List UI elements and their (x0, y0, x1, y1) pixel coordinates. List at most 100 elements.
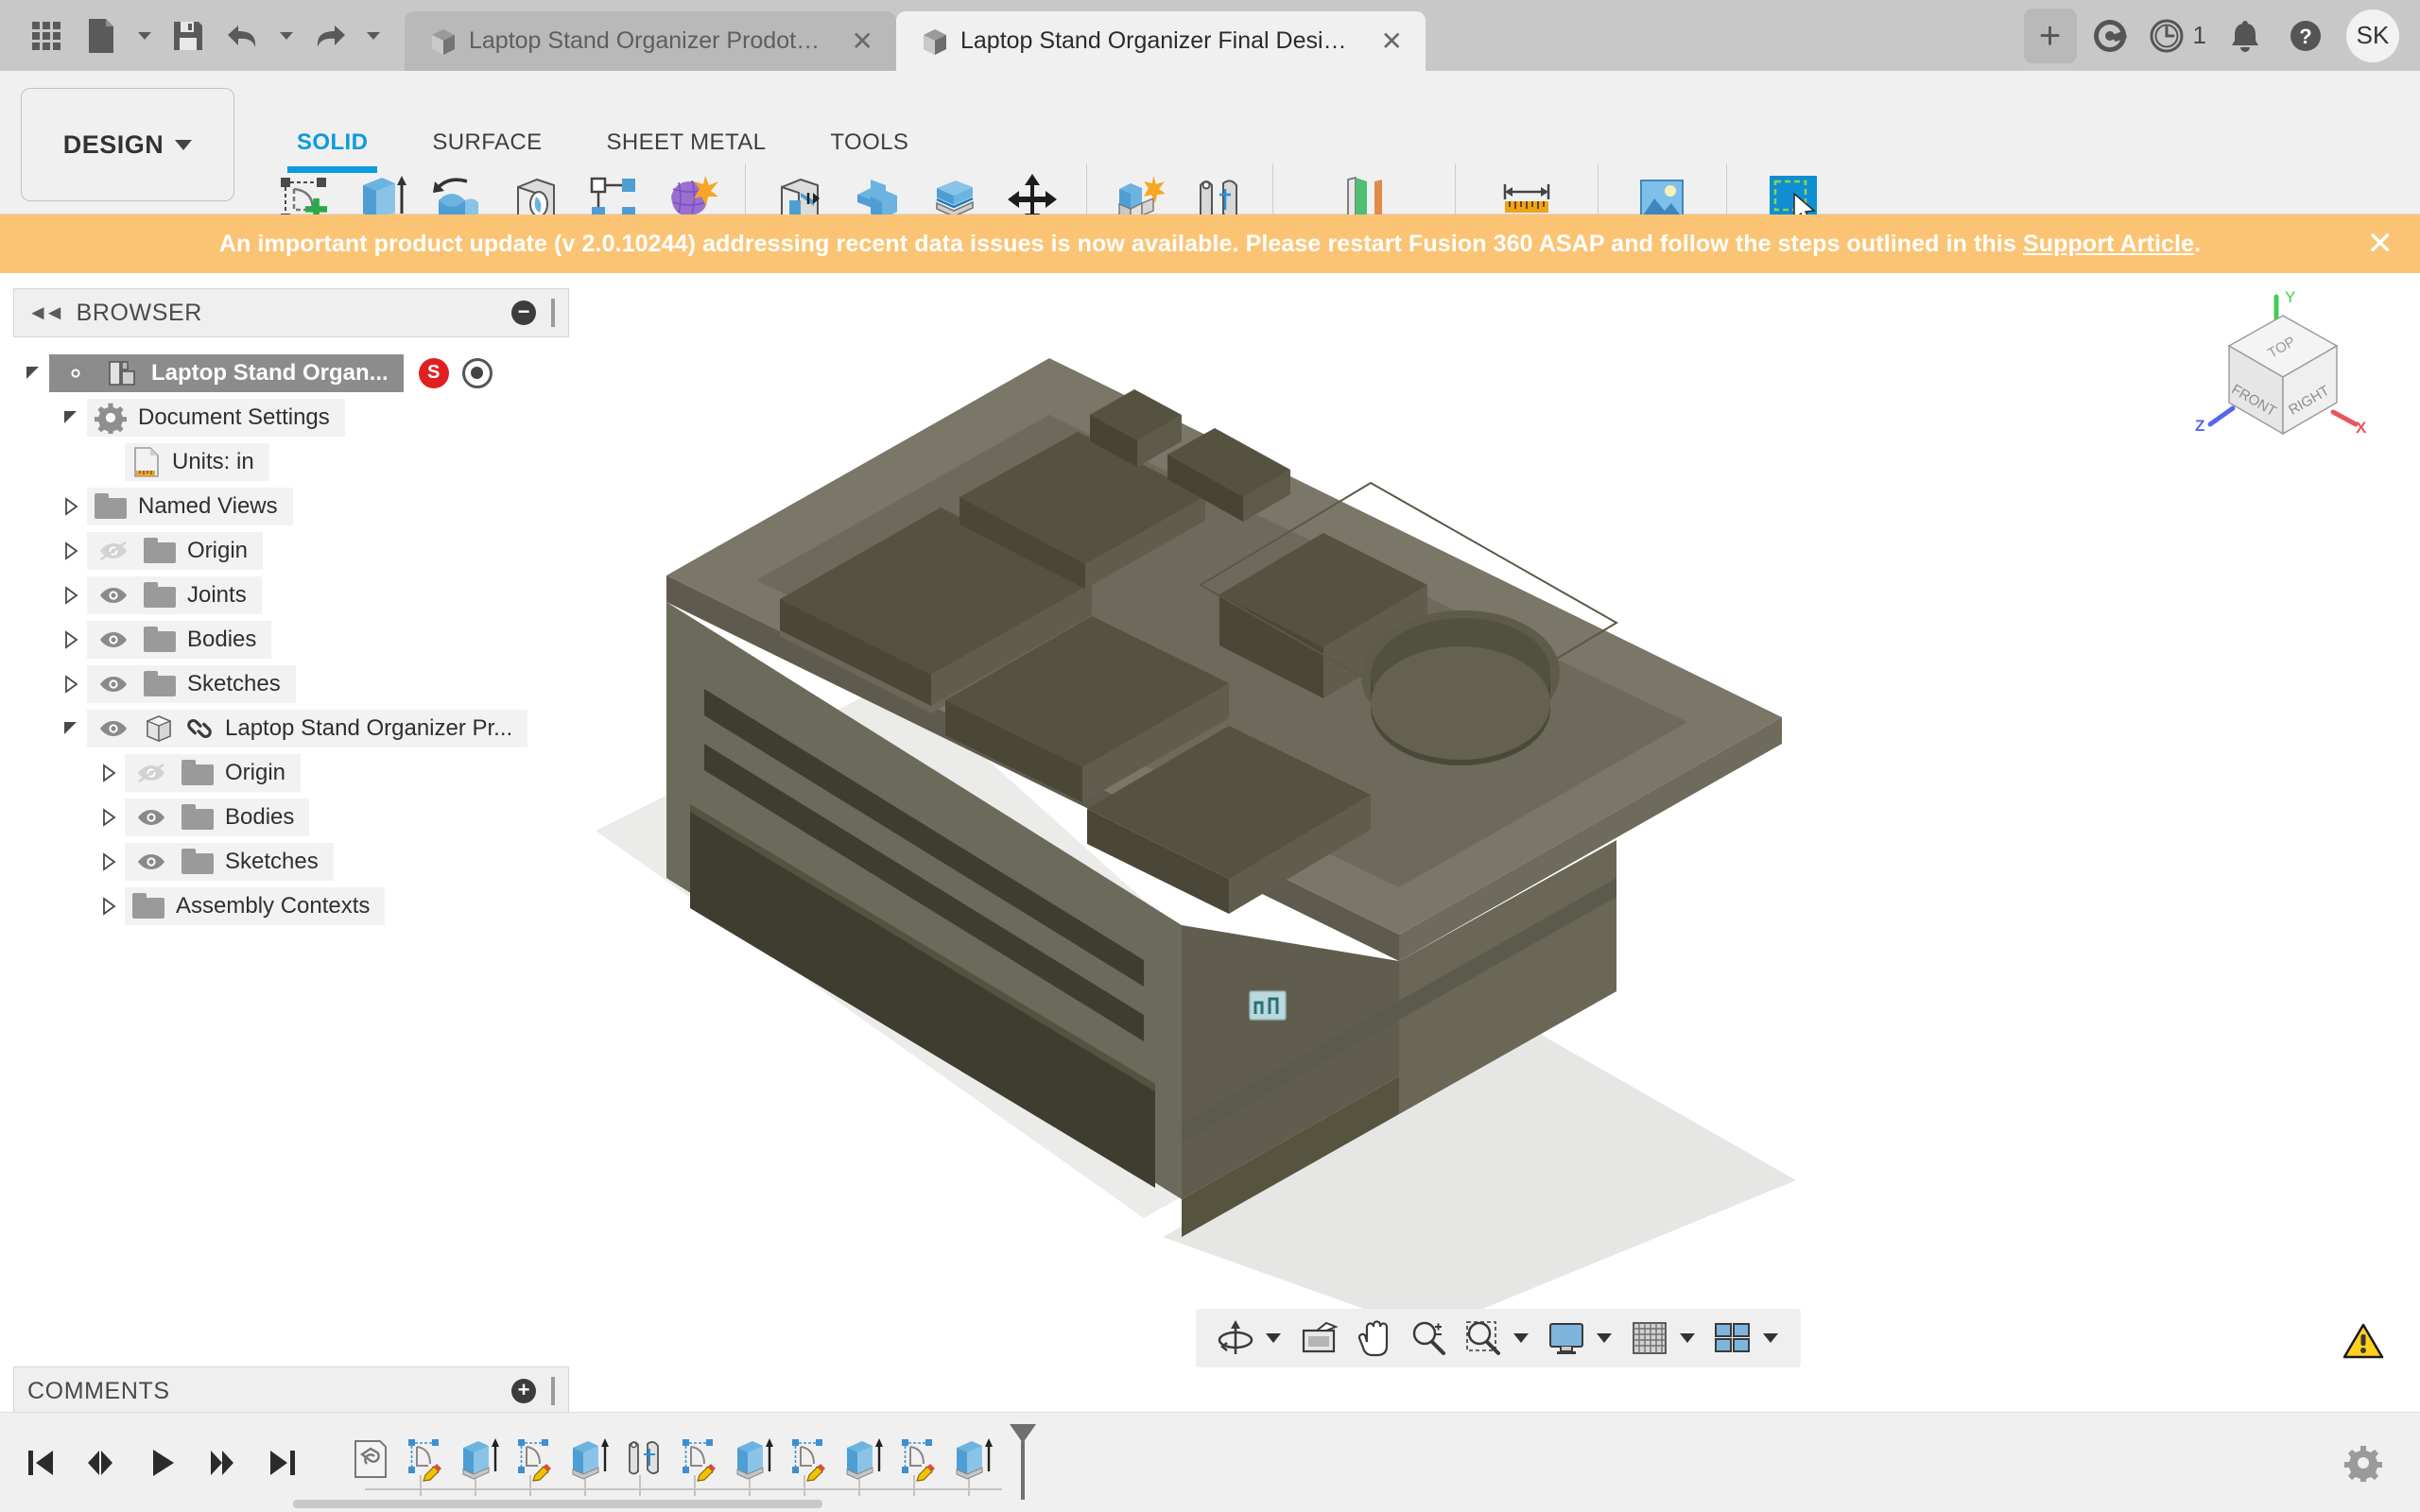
model-laptop-stand-organizer[interactable] (577, 273, 2420, 1388)
extensions-button[interactable] (2083, 9, 2137, 63)
ribbon-tab-surface[interactable]: SURFACE (400, 129, 574, 162)
zoom-button[interactable] (1402, 1312, 1455, 1365)
document-tab-final-design[interactable]: Laptop Stand Organizer Final Design. v2 … (896, 11, 1426, 71)
zoom-window-dropdown[interactable] (1513, 1333, 1529, 1343)
save-button[interactable] (163, 9, 214, 63)
timeline-feature-extrude[interactable] (726, 1430, 781, 1488)
twisty-expanded-icon[interactable] (62, 408, 79, 427)
user-avatar[interactable]: SK (2346, 9, 2399, 62)
visibility-toggle[interactable] (132, 754, 170, 792)
visibility-toggle[interactable] (95, 621, 132, 659)
twisty-collapsed-icon[interactable] (100, 851, 117, 871)
new-tab-button[interactable]: + (2023, 8, 2077, 63)
timeline-feature-component[interactable] (342, 1430, 397, 1488)
timeline-feature-extrude[interactable] (945, 1430, 1000, 1488)
app-grid-button[interactable] (21, 9, 72, 63)
document-tab-prototype[interactable]: Laptop Stand Organizer Prodotype v2 ✕ (405, 11, 896, 71)
component-badge[interactable]: S (418, 357, 449, 388)
step-forward-button[interactable] (197, 1437, 248, 1488)
viewports-button[interactable] (1706, 1312, 1759, 1365)
model-joint-marker[interactable] (1249, 990, 1287, 1021)
twisty-collapsed-icon[interactable] (100, 896, 117, 916)
tab-close-icon[interactable]: ✕ (1381, 27, 1403, 55)
visibility-toggle[interactable] (132, 799, 170, 836)
job-status-button[interactable]: 1 (2143, 18, 2212, 54)
display-settings-button[interactable] (1540, 1312, 1593, 1365)
timeline-scrollbar[interactable] (293, 1500, 822, 1508)
timeline-feature-sketch[interactable] (890, 1430, 945, 1488)
orbit-dropdown[interactable] (1266, 1333, 1281, 1343)
undo-dropdown[interactable] (272, 9, 301, 63)
tab-close-icon[interactable]: ✕ (852, 27, 873, 55)
ribbon-tab-solid[interactable]: SOLID (265, 129, 400, 173)
viewports-dropdown[interactable] (1763, 1333, 1778, 1343)
tree-item-assembly-contexts[interactable]: Assembly Contexts (0, 884, 577, 928)
warning-triangle-icon[interactable] (2342, 1322, 2384, 1360)
timeline-feature-sketch[interactable] (397, 1430, 452, 1488)
new-file-button[interactable] (76, 9, 127, 63)
ribbon-tab-sheet-metal[interactable]: SHEET METAL (575, 129, 799, 162)
tree-item-laptop-stand-organ[interactable]: Laptop Stand Organ... S (0, 351, 577, 395)
tree-item-origin[interactable]: Origin (0, 750, 577, 795)
notifications-button[interactable] (2218, 9, 2273, 63)
tree-item-sketches[interactable]: Sketches (0, 839, 577, 884)
twisty-collapsed-icon[interactable] (62, 541, 79, 560)
tree-item-bodies[interactable]: Bodies (0, 617, 577, 662)
visibility-toggle[interactable] (95, 665, 132, 703)
look-at-button[interactable] (1292, 1312, 1345, 1365)
redo-button[interactable] (304, 9, 355, 63)
timeline-playhead[interactable] (1004, 1422, 1042, 1503)
minus-circle-icon[interactable]: − (511, 301, 536, 325)
ribbon-tab-tools[interactable]: TOOLS (798, 129, 941, 162)
visibility-toggle[interactable] (57, 354, 95, 392)
help-button[interactable]: ? (2278, 9, 2333, 63)
plus-circle-icon[interactable]: + (511, 1379, 536, 1403)
tree-item-joints[interactable]: Joints (0, 573, 577, 617)
visibility-toggle[interactable] (95, 532, 132, 570)
banner-close-button[interactable]: ✕ (2367, 228, 2394, 260)
timeline-feature-extrude[interactable] (562, 1430, 616, 1488)
browser-resize-grip[interactable] (551, 299, 555, 327)
timeline-track[interactable] (342, 1422, 1002, 1503)
step-back-button[interactable] (76, 1437, 127, 1488)
grid-snaps-button[interactable] (1623, 1312, 1676, 1365)
twisty-collapsed-icon[interactable] (62, 496, 79, 516)
timeline-settings-gear-icon[interactable] (2344, 1444, 2382, 1482)
go-to-end-button[interactable] (257, 1437, 308, 1488)
twisty-expanded-icon[interactable] (62, 719, 79, 738)
redo-dropdown[interactable] (359, 9, 388, 63)
support-article-link[interactable]: Support Article (2023, 231, 2194, 257)
tree-item-document-settings[interactable]: Document Settings (0, 395, 577, 439)
twisty-collapsed-icon[interactable] (100, 807, 117, 827)
timeline-feature-joint[interactable] (616, 1430, 671, 1488)
display-settings-dropdown[interactable] (1597, 1333, 1612, 1343)
timeline-feature-sketch[interactable] (507, 1430, 562, 1488)
comments-resize-grip[interactable] (551, 1377, 555, 1405)
tree-item-units-in[interactable]: Units: in (0, 439, 577, 484)
twisty-collapsed-icon[interactable] (62, 629, 79, 649)
activate-component-radio[interactable] (461, 357, 493, 388)
undo-button[interactable] (217, 9, 268, 63)
play-button[interactable] (136, 1437, 187, 1488)
new-file-dropdown[interactable] (130, 9, 159, 63)
tree-item-origin[interactable]: Origin (0, 528, 577, 573)
tree-item-laptop-stand-organizer-pr[interactable]: Laptop Stand Organizer Pr... (0, 706, 577, 750)
twisty-collapsed-icon[interactable] (100, 763, 117, 782)
twisty-expanded-icon[interactable] (25, 364, 42, 383)
workspace-switcher-button[interactable]: DESIGN (21, 88, 234, 201)
twisty-collapsed-icon[interactable] (62, 585, 79, 605)
tree-item-bodies[interactable]: Bodies (0, 795, 577, 839)
tree-item-sketches[interactable]: Sketches (0, 662, 577, 706)
grid-snaps-dropdown[interactable] (1680, 1333, 1695, 1343)
orbit-button[interactable] (1209, 1312, 1262, 1365)
pan-button[interactable] (1347, 1312, 1400, 1365)
tree-item-named-views[interactable]: Named Views (0, 484, 577, 528)
go-to-beginning-button[interactable] (15, 1437, 66, 1488)
visibility-toggle[interactable] (95, 710, 132, 747)
timeline-feature-sketch[interactable] (671, 1430, 726, 1488)
timeline-feature-extrude[interactable] (452, 1430, 507, 1488)
timeline-feature-sketch[interactable] (781, 1430, 836, 1488)
zoom-window-button[interactable] (1457, 1312, 1510, 1365)
collapse-left-icon[interactable]: ◄◄ (27, 301, 65, 325)
visibility-toggle[interactable] (95, 576, 132, 614)
